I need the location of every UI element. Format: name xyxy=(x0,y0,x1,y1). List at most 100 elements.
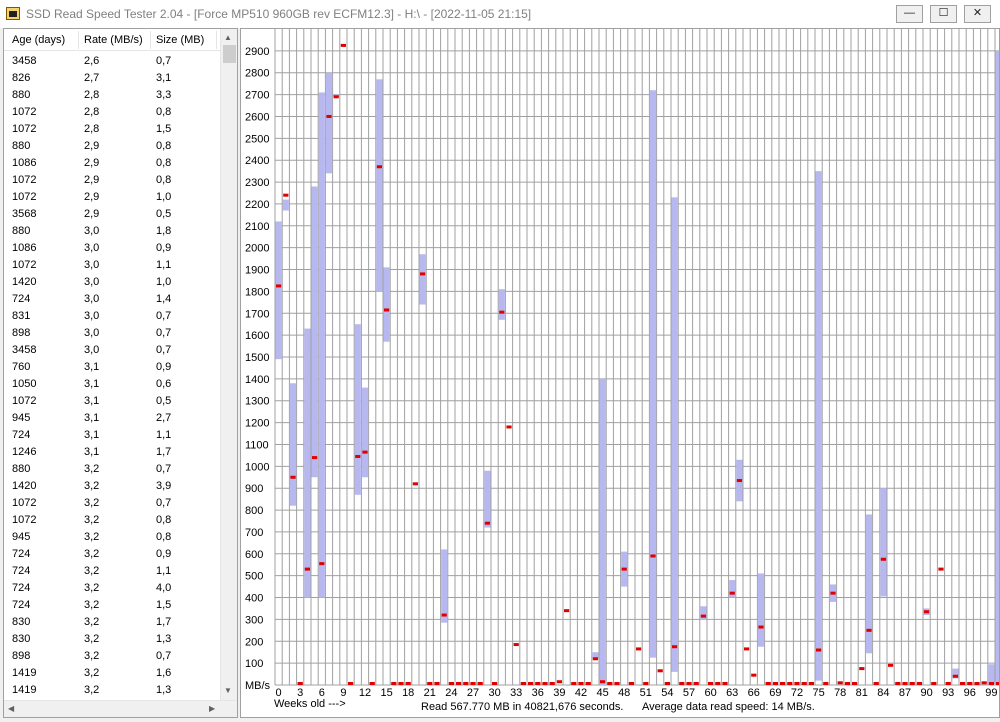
average-speed-mark xyxy=(340,43,346,47)
vertical-scrollbar[interactable]: ▲ ▼ xyxy=(220,29,237,700)
list-item[interactable]: 724 3,2 4,0 xyxy=(4,579,220,596)
scroll-right-arrow-icon[interactable]: ▶ xyxy=(209,704,215,713)
list-item[interactable]: 945 3,1 2,7 xyxy=(4,409,220,426)
list-item[interactable]: 880 2,9 0,8 xyxy=(4,137,220,154)
size-cell: 0,7 xyxy=(156,463,172,475)
age-cell: 724 xyxy=(12,565,31,577)
list-item[interactable]: 830 3,2 1,7 xyxy=(4,613,220,630)
age-cell: 880 xyxy=(12,89,31,101)
list-item[interactable]: 3458 2,6 0,7 xyxy=(4,52,220,69)
list-item[interactable]: 880 2,8 3,3 xyxy=(4,86,220,103)
list-item[interactable]: 880 3,2 0,7 xyxy=(4,460,220,477)
list-item[interactable]: 1086 3,0 0,9 xyxy=(4,239,220,256)
list-item[interactable]: 724 3,2 1,1 xyxy=(4,562,220,579)
x-tick-label: 9 xyxy=(340,687,346,697)
average-speed-mark xyxy=(636,647,642,651)
x-tick-label: 12 xyxy=(359,687,371,697)
x-tick-label: 75 xyxy=(812,687,824,697)
x-tick-label: 48 xyxy=(618,687,630,697)
column-divider[interactable] xyxy=(150,31,151,49)
list-item[interactable]: 1086 2,9 0,8 xyxy=(4,154,220,171)
list-item[interactable]: 3458 3,0 0,7 xyxy=(4,341,220,358)
column-header-rate[interactable]: Rate (MB/s) xyxy=(84,34,143,46)
rate-cell: 2,9 xyxy=(84,174,100,186)
size-cell: 3,3 xyxy=(156,89,172,101)
horizontal-scrollbar[interactable]: ◀ ▶ xyxy=(4,700,237,717)
column-header-age[interactable]: Age (days) xyxy=(12,34,65,46)
average-speed-mark xyxy=(880,557,886,561)
list-item[interactable]: 898 3,2 0,7 xyxy=(4,647,220,664)
list-item[interactable]: 1072 3,2 0,7 xyxy=(4,494,220,511)
size-cell: 0,6 xyxy=(156,378,172,390)
age-cell: 3458 xyxy=(12,55,37,67)
column-divider[interactable] xyxy=(216,31,217,49)
size-cell: 1,0 xyxy=(156,276,172,288)
list-item[interactable]: 3568 2,9 0,5 xyxy=(4,205,220,222)
rate-cell: 2,9 xyxy=(84,157,100,169)
y-tick-label: 2100 xyxy=(245,221,269,233)
list-item[interactable]: 724 3,2 0,9 xyxy=(4,545,220,562)
y-axis-unit-label: MB/s xyxy=(245,680,271,692)
list-item[interactable]: 945 3,2 0,8 xyxy=(4,528,220,545)
average-speed-mark xyxy=(693,682,699,685)
average-speed-mark xyxy=(772,682,778,685)
speed-range-bar xyxy=(729,580,736,598)
average-speed-mark xyxy=(290,475,296,479)
rate-cell: 3,1 xyxy=(84,446,100,458)
list-item[interactable]: 880 3,0 1,8 xyxy=(4,222,220,239)
age-cell: 760 xyxy=(12,361,31,373)
list-item[interactable]: 1420 3,2 3,9 xyxy=(4,477,220,494)
list-item[interactable]: 1072 2,8 1,5 xyxy=(4,120,220,137)
close-button[interactable]: ✕ xyxy=(964,5,991,23)
average-speed-mark xyxy=(484,521,490,525)
list-item[interactable]: 1072 2,8 0,8 xyxy=(4,103,220,120)
column-header-size[interactable]: Size (MB) xyxy=(156,34,204,46)
column-divider[interactable] xyxy=(78,31,79,49)
minimize-button[interactable]: — xyxy=(896,5,923,23)
speed-range-bar xyxy=(880,488,887,597)
list-item[interactable]: 1072 3,2 0,8 xyxy=(4,511,220,528)
average-speed-mark xyxy=(398,682,404,685)
average-speed-mark xyxy=(801,682,807,685)
list-item[interactable]: 1072 3,0 1,1 xyxy=(4,256,220,273)
list-item[interactable]: 1050 3,1 0,6 xyxy=(4,375,220,392)
list-item[interactable]: 1419 3,2 1,6 xyxy=(4,664,220,681)
rate-cell: 3,0 xyxy=(84,344,100,356)
scroll-down-arrow-icon[interactable]: ▼ xyxy=(224,686,232,695)
list-item[interactable]: 898 3,0 0,7 xyxy=(4,324,220,341)
list-item[interactable]: 1072 3,1 0,5 xyxy=(4,392,220,409)
list-item[interactable]: 1072 2,9 0,8 xyxy=(4,171,220,188)
list-item[interactable]: 1072 2,9 1,0 xyxy=(4,188,220,205)
list-item[interactable]: 1420 3,0 1,0 xyxy=(4,273,220,290)
scroll-left-arrow-icon[interactable]: ◀ xyxy=(8,704,14,713)
list-item[interactable]: 826 2,7 3,1 xyxy=(4,69,220,86)
rate-cell: 3,2 xyxy=(84,633,100,645)
average-speed-mark xyxy=(866,628,872,632)
scroll-thumb[interactable] xyxy=(223,45,236,63)
list-item[interactable]: 760 3,1 0,9 xyxy=(4,358,220,375)
list-item[interactable]: 831 3,0 0,7 xyxy=(4,307,220,324)
average-speed-mark xyxy=(578,682,584,685)
x-tick-label: 54 xyxy=(661,687,673,697)
age-cell: 830 xyxy=(12,633,31,645)
x-tick-label: 39 xyxy=(553,687,565,697)
list-item[interactable]: 830 3,2 1,3 xyxy=(4,630,220,647)
age-cell: 1072 xyxy=(12,497,37,509)
list-item[interactable]: 1246 3,1 1,7 xyxy=(4,443,220,460)
file-list[interactable]: Age (days) Rate (MB/s) Size (MB) 3458 2,6… xyxy=(3,28,238,718)
age-cell: 1072 xyxy=(12,123,37,135)
rate-cell: 2,8 xyxy=(84,89,100,101)
list-item[interactable]: 724 3,1 1,1 xyxy=(4,426,220,443)
x-tick-label: 96 xyxy=(964,687,976,697)
list-item[interactable]: 724 3,2 1,5 xyxy=(4,596,220,613)
title-bar[interactable]: SSD Read Speed Tester 2.04 - [Force MP51… xyxy=(0,0,1000,28)
age-cell: 724 xyxy=(12,599,31,611)
average-speed-mark xyxy=(319,562,325,566)
list-item[interactable]: 724 3,0 1,4 xyxy=(4,290,220,307)
average-speed-mark xyxy=(931,682,937,685)
x-tick-label: 6 xyxy=(319,687,325,697)
list-item[interactable]: 1419 3,2 1,3 xyxy=(4,681,220,698)
maximize-button[interactable]: ☐ xyxy=(930,5,957,23)
size-cell: 1,7 xyxy=(156,446,172,458)
scroll-up-arrow-icon[interactable]: ▲ xyxy=(224,33,232,42)
